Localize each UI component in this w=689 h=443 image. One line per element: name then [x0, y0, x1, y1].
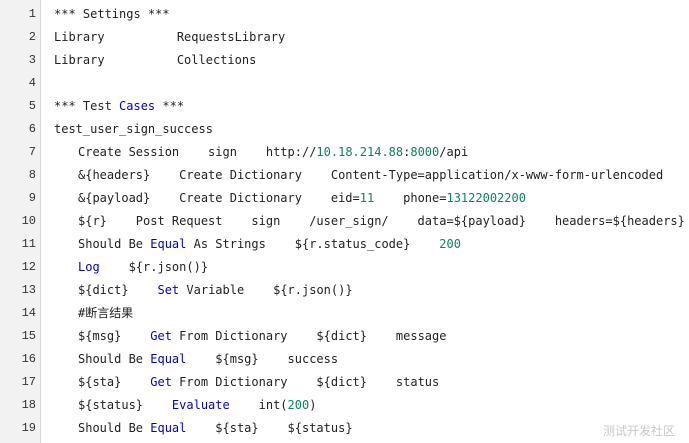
code-editor[interactable]: 1 2 3 4 5 6 7 8 9 10 11 12 13 14 15 16 1… — [0, 0, 689, 443]
code-token: test_user_sign_success — [54, 122, 213, 136]
code-token: Library Collections — [54, 53, 257, 67]
code-token: int( — [229, 398, 288, 412]
line-number: 13 — [21, 283, 36, 297]
keyword-token: Evaluate — [171, 398, 230, 412]
code-line-payload[interactable]: &{payload} Create Dictionary eid=11 phon… — [54, 187, 689, 210]
keyword-token: Cases — [119, 99, 156, 113]
code-token: ${msg} — [78, 329, 151, 343]
line-number: 17 — [21, 375, 36, 389]
code-line-test-name[interactable]: test_user_sign_success — [54, 118, 689, 141]
keyword-token: Get — [150, 375, 172, 389]
code-token: &{headers} Create Dictionary Content-Typ… — [78, 168, 664, 182]
code-line-assert-status[interactable]: Should Be Equal ${sta} ${status} — [54, 417, 689, 440]
number-token: 200 — [287, 398, 310, 412]
code-line-library-collections[interactable]: Library Collections — [54, 49, 689, 72]
line-number: 19 — [21, 421, 36, 435]
code-token: Create Session sign http:// — [78, 145, 317, 159]
code-token: Library RequestsLibrary — [54, 30, 286, 44]
line-number: 14 — [21, 306, 36, 320]
line-number: 12 — [21, 260, 36, 274]
code-token: Should Be — [78, 352, 151, 366]
code-token: ${sta} — [78, 375, 151, 389]
line-number: 9 — [28, 191, 36, 205]
line-number: 2 — [28, 30, 36, 44]
line-number: 7 — [28, 145, 36, 159]
code-token: /api — [439, 145, 469, 159]
number-token: 8000 — [410, 145, 440, 159]
keyword-token: Equal — [150, 237, 187, 251]
line-number: 8 — [28, 168, 36, 182]
code-line-get-status[interactable]: ${sta} Get From Dictionary ${dict} statu… — [54, 371, 689, 394]
code-area[interactable]: *** Settings *** Library RequestsLibrary… — [41, 0, 689, 443]
comment-token: #断言结果 — [78, 306, 134, 320]
line-number: 3 — [28, 53, 36, 67]
code-token: Should Be — [78, 237, 151, 251]
code-token: ${sta} ${status} — [186, 421, 353, 435]
keyword-token: Get — [150, 329, 172, 343]
line-number: 18 — [21, 398, 36, 412]
line-number: 5 — [28, 99, 36, 113]
code-line-settings-header[interactable]: *** Settings *** — [54, 3, 689, 26]
line-number: 6 — [28, 122, 36, 136]
code-token: As Strings ${r.status_code} — [186, 237, 440, 251]
keyword-token: Equal — [150, 421, 187, 435]
code-token: ${dict} — [78, 283, 158, 297]
code-line-set-variable[interactable]: ${dict} Set Variable ${r.json()} — [54, 279, 689, 302]
line-number: 16 — [21, 352, 36, 366]
code-token: *** Settings *** — [54, 7, 170, 21]
code-token: ${msg} success — [186, 352, 339, 366]
keyword-token: Equal — [150, 352, 187, 366]
keyword-token: Set — [157, 283, 180, 297]
line-number: 15 — [21, 329, 36, 343]
line-number: 10 — [21, 214, 36, 228]
number-token: 11 — [359, 191, 375, 205]
code-line-headers[interactable]: &{headers} Create Dictionary Content-Typ… — [54, 164, 689, 187]
code-token: Should Be — [78, 421, 151, 435]
code-token: phone= — [374, 191, 447, 205]
code-token: *** Test — [54, 99, 120, 113]
number-token: 13122002200 — [446, 191, 526, 205]
code-token: ${r} Post Request sign /user_sign/ data=… — [78, 214, 685, 228]
code-line-get-msg[interactable]: ${msg} Get From Dictionary ${dict} messa… — [54, 325, 689, 348]
code-line-evaluate[interactable]: ${status} Evaluate int(200) — [54, 394, 689, 417]
code-token: From Dictionary ${dict} status — [171, 375, 440, 389]
line-number: 4 — [28, 76, 36, 90]
code-token: ${r.json()} — [99, 260, 209, 274]
code-line-create-session[interactable]: Create Session sign http://10.18.214.88:… — [54, 141, 689, 164]
code-line-assert-msg[interactable]: Should Be Equal ${msg} success — [54, 348, 689, 371]
code-token: Variable ${r.json()} — [179, 283, 353, 297]
number-token: 10.18.214.88 — [316, 145, 404, 159]
line-number-gutter: 1 2 3 4 5 6 7 8 9 10 11 12 13 14 15 16 1… — [0, 0, 41, 443]
code-line-comment[interactable]: #断言结果 — [54, 302, 689, 325]
keyword-token: Log — [78, 260, 100, 274]
code-token: From Dictionary ${dict} message — [171, 329, 447, 343]
number-token: 200 — [439, 237, 461, 251]
code-line-log[interactable]: Log ${r.json()} — [54, 256, 689, 279]
line-number: 11 — [21, 237, 36, 251]
code-line-test-cases-header[interactable]: *** Test Cases *** — [54, 95, 689, 118]
code-line-blank[interactable] — [54, 72, 689, 95]
watermark-text: 测试开发社区 — [602, 424, 675, 438]
code-line-post-request[interactable]: ${r} Post Request sign /user_sign/ data=… — [54, 210, 689, 233]
code-token: *** — [155, 99, 185, 113]
code-token: ) — [309, 398, 317, 412]
code-line-status-assert[interactable]: Should Be Equal As Strings ${r.status_co… — [54, 233, 689, 256]
code-line-library-requests[interactable]: Library RequestsLibrary — [54, 26, 689, 49]
code-token: ${status} — [78, 398, 172, 412]
code-token: &{payload} Create Dictionary eid= — [78, 191, 360, 205]
line-number: 1 — [28, 7, 36, 21]
